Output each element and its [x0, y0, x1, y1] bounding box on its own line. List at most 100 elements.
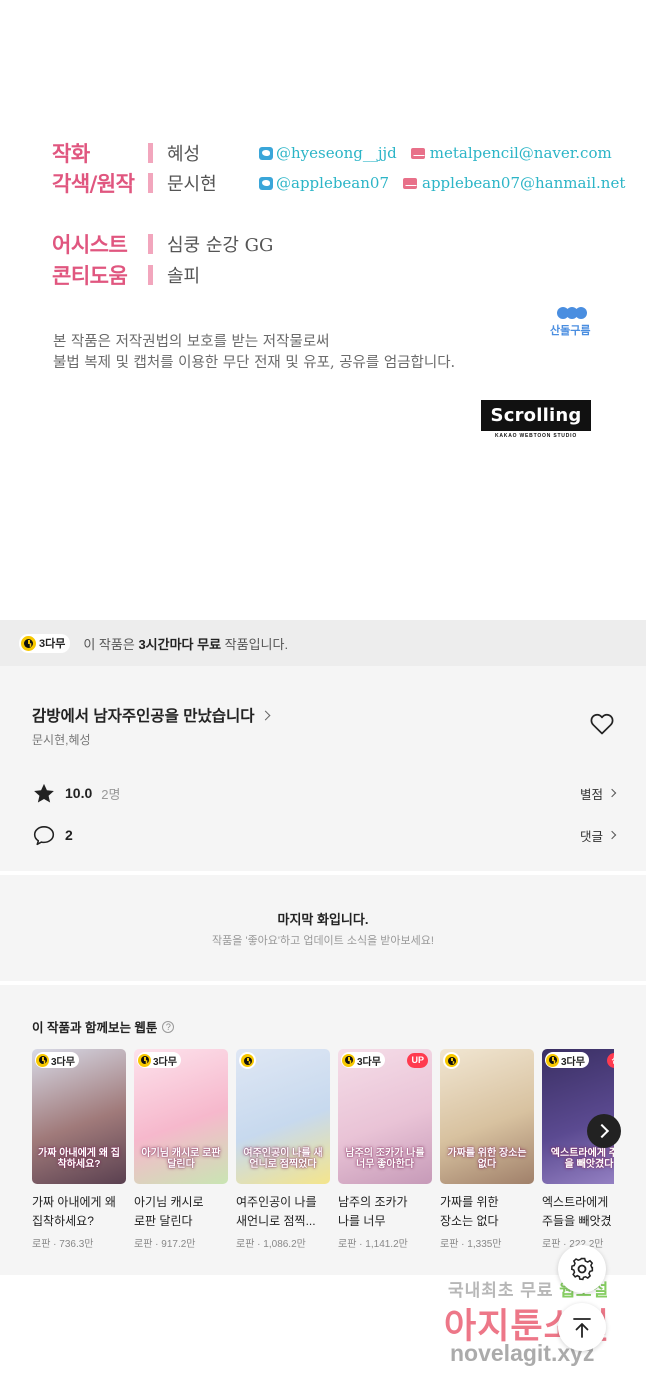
- carousel-next-button[interactable]: [587, 1114, 621, 1148]
- credit-row-assist: 어시스트 심쿵 순강 GG: [52, 229, 273, 259]
- cover-thumbnail[interactable]: 가짜 아내에게 왜 집착하세요? 3다무: [32, 1049, 126, 1184]
- credit-role: 작화: [52, 142, 90, 166]
- series-title[interactable]: 감방에서 남자주인공을 만났습니다: [32, 704, 255, 726]
- email-address: applebean07@hanmail.net: [403, 174, 625, 192]
- card-title[interactable]: 남주의 조카가 나를 너무 좋아한다: [338, 1193, 432, 1231]
- card-meta: 로판 · 736.3만: [32, 1239, 94, 1250]
- clock-icon: [445, 1054, 458, 1067]
- notice-line: 본 작품은 저작권법의 보호를 받는 저작물로써: [53, 334, 330, 350]
- chevron-right-icon: [607, 788, 617, 798]
- cover-thumbnail[interactable]: 아기님 캐시로 로판 달린다 3다무: [134, 1049, 228, 1184]
- divider: [148, 143, 153, 163]
- free-banner: 3다무 이 작품은 3시간마다 무료 작품입니다.: [0, 620, 646, 666]
- help-icon[interactable]: ?: [162, 1020, 175, 1033]
- studio-label: 산돌구름: [550, 325, 591, 337]
- studio-logo: 산돌구름: [550, 307, 590, 338]
- card-title[interactable]: 엑스트라에게 주들을 빼앗겼: [542, 1193, 614, 1231]
- card-title[interactable]: 가짜를 위한 장소는 없다: [440, 1193, 534, 1231]
- wait-free-badge: 3다무: [35, 1052, 79, 1072]
- wait-free-badge: [443, 1052, 460, 1072]
- clock-icon: [36, 1053, 49, 1067]
- cover-title: 아기님 캐시로 로판 달린다: [141, 1148, 221, 1170]
- recommendations-title: 이 작품과 함께보는 웹툰 ?: [32, 1017, 175, 1036]
- cover-title: 남주의 조카가 나를 너무 좋아한다: [345, 1148, 425, 1170]
- cover-title: 엑스트라에게 주들을 빼앗겼다: [550, 1148, 614, 1170]
- last-episode-notice: 마지막 화입니다. 작품을 '좋아요'하고 업데이트 소식을 받아보세요!: [0, 875, 646, 981]
- publisher-subtitle: KAKAO WEBTOON STUDIO: [494, 433, 578, 439]
- credit-row-storyboard: 콘티도움 솔피: [52, 260, 259, 290]
- cover-title: 여주인공이 나를 새언니로 점찍었다: [243, 1148, 323, 1170]
- mail-icon: [410, 147, 425, 159]
- settings-button[interactable]: [558, 1245, 606, 1293]
- last-episode-title: 마지막 화입니다.: [277, 912, 369, 927]
- twitter-icon: [259, 146, 273, 160]
- chevron-right-icon: [607, 830, 617, 840]
- recommendations-section: 이 작품과 함께보는 웹툰 ? 가짜 아내에게 왜 집착하세요? 3다무 가짜 아내…: [0, 985, 646, 1275]
- status-tag: 신작: [607, 1053, 614, 1068]
- comments-row: 2 댓글: [33, 823, 617, 847]
- status-tag: UP: [407, 1053, 428, 1068]
- rating-count: 2명: [101, 786, 121, 802]
- free-banner-text: 이 작품은 3시간마다 무료 작품입니다.: [83, 636, 289, 652]
- gear-icon: [570, 1257, 594, 1281]
- chevron-right-icon: [260, 710, 270, 720]
- mail-icon: [403, 177, 417, 189]
- recommendation-carousel: 가짜 아내에게 왜 집착하세요? 3다무가짜 아내에게 왜 집착하세요? 로판 · …: [32, 1049, 614, 1259]
- clock-icon: [546, 1053, 559, 1067]
- cover-title: 가짜 아내에게 왜 집착하세요?: [38, 1148, 120, 1170]
- recommendation-card[interactable]: 남주의 조카가 나를 너무 좋아한다3다무UP남주의 조카가 나를 너무 좋아한…: [338, 1049, 432, 1250]
- credit-name: 솔피: [167, 266, 201, 287]
- recommendation-card[interactable]: 아기님 캐시로 로판 달린다 3다무 아기님 캐시로 로판 달린다 로판 · 917.…: [134, 1049, 228, 1250]
- credit-row-artist: 작화 혜성 @hyeseong__jjd metalpencil@naver.c…: [52, 138, 626, 168]
- recommendation-card[interactable]: 가짜 아내에게 왜 집착하세요? 3다무가짜 아내에게 왜 집착하세요? 로판 · …: [32, 1049, 126, 1250]
- credit-name: 심쿵 순강 GG: [167, 235, 274, 256]
- clock-icon: [241, 1054, 254, 1067]
- recommendation-card[interactable]: 가짜를 위한 장소는 없다 가짜를 위한 장소는 없다 로판 · 1,335만: [440, 1049, 534, 1250]
- wait-free-badge: 3다무: [545, 1052, 589, 1072]
- rating-link[interactable]: 별점: [580, 784, 617, 803]
- clock-icon: [21, 635, 36, 651]
- rating-row: 10.0 2명 별점: [33, 781, 617, 805]
- cover-thumbnail[interactable]: 여주인공이 나를 새언니로 점찍었다: [236, 1049, 330, 1184]
- rating-value: 10.0: [65, 785, 93, 801]
- clock-icon: [138, 1053, 151, 1067]
- wait-free-badge: [239, 1052, 256, 1072]
- credit-name: 혜성: [167, 144, 201, 165]
- recommendation-card[interactable]: 엑스트라에게 주들을 빼앗겼다3다무신작엑스트라에게 주들을 빼앗겼로판 · 2…: [542, 1049, 614, 1250]
- notice-line: 불법 복제 및 캡처를 이용한 무단 전재 및 유포, 공유를 엄금합니다.: [53, 355, 456, 371]
- publisher-logo-text: Scrolling: [481, 400, 591, 431]
- cover-title: 가짜를 위한 장소는 없다: [447, 1148, 527, 1170]
- last-episode-subtitle: 작품을 '좋아요'하고 업데이트 소식을 받아보세요!: [212, 935, 434, 947]
- star-icon: [34, 783, 54, 803]
- credit-name: 문시현: [167, 174, 217, 195]
- credits-artwork: 작화 혜성 @hyeseong__jjd metalpencil@naver.c…: [0, 0, 646, 620]
- comments-count: 2: [65, 827, 73, 843]
- card-meta: 로판 · 1,086.2만: [236, 1239, 306, 1250]
- heart-icon[interactable]: [590, 713, 614, 735]
- credit-role: 각색/원작: [52, 172, 135, 196]
- card-title[interactable]: 여주인공이 나를 새언니로 점찍...: [236, 1193, 330, 1231]
- comments-link[interactable]: 댓글: [580, 826, 617, 845]
- arrow-up-icon: [573, 1318, 591, 1338]
- speech-bubble-icon: [33, 825, 55, 845]
- watermark: 국내최초 무료 웹소설 아지툰소설 novelagit.xyz: [440, 1272, 640, 1372]
- credit-role: 콘티도움: [52, 264, 128, 288]
- card-title[interactable]: 아기님 캐시로 로판 달린다: [134, 1193, 228, 1231]
- series-authors: 문시현,혜성: [32, 733, 91, 747]
- credit-row-writer: 각색/원작 문시현 @applebean07 applebean07@hanma…: [52, 168, 639, 198]
- series-title-link[interactable]: 감방에서 남자주인공을 만났습니다: [32, 704, 270, 726]
- series-info: 감방에서 남자주인공을 만났습니다 문시현,혜성 10.0 2명 별점 2 댓글: [0, 666, 646, 871]
- credit-role: 어시스트: [52, 233, 128, 257]
- cloud-icon: [556, 307, 590, 319]
- divider: [148, 234, 153, 254]
- card-meta: 로판 · 1,335만: [440, 1239, 502, 1250]
- recommendation-card[interactable]: 여주인공이 나를 새언니로 점찍었다여주인공이 나를 새언니로 점찍... 로판 …: [236, 1049, 330, 1250]
- twitter-handle: @applebean07: [259, 174, 389, 192]
- clock-icon: [342, 1053, 355, 1067]
- copyright-notice: 본 작품은 저작권법의 보호를 받는 저작물로써 불법 복제 및 캡처를 이용한…: [53, 332, 455, 374]
- cover-thumbnail[interactable]: 남주의 조카가 나를 너무 좋아한다 3다무 UP: [338, 1049, 432, 1184]
- scroll-top-button[interactable]: [558, 1303, 606, 1351]
- email-address: metalpencil@naver.com: [410, 144, 612, 162]
- cover-thumbnail[interactable]: 가짜를 위한 장소는 없다: [440, 1049, 534, 1184]
- card-title[interactable]: 가짜 아내에게 왜 집착하세요?: [32, 1193, 126, 1231]
